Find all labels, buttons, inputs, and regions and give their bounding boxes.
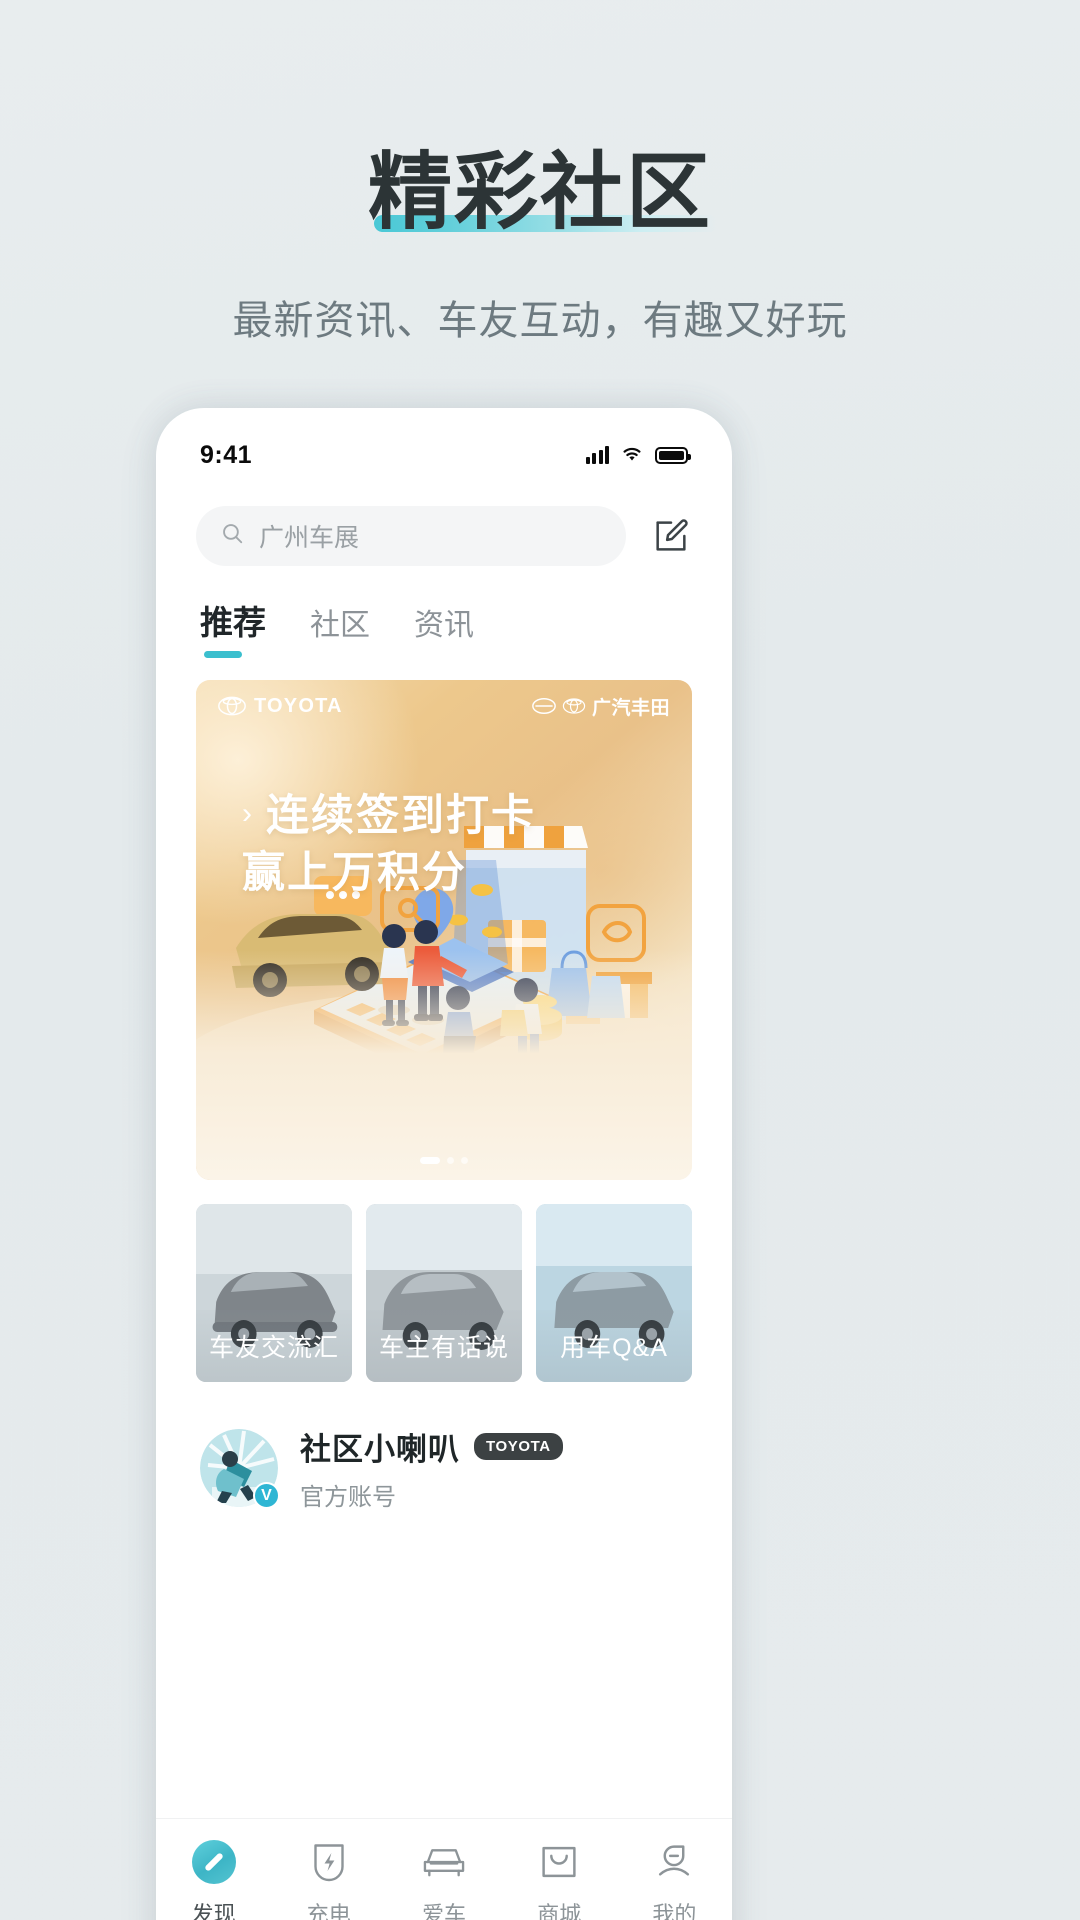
category-card-owners[interactable]: 车主有话说 [366,1204,522,1382]
nav-label: 充电 [306,1902,351,1920]
nav-label: 我的 [652,1902,697,1920]
content-tabs: 推荐 社区 资讯 [156,566,732,660]
tab-label: 推荐 [200,604,266,641]
gac-toyota-logo-icon: 广汽丰田 [532,693,670,720]
carousel-dot-active[interactable] [420,1157,440,1164]
signal-bars-icon [585,446,609,464]
tab-news[interactable]: 资讯 [414,600,474,660]
nav-item-mycar[interactable]: 爱车 [386,1839,501,1920]
carousel-dot[interactable] [447,1157,454,1164]
search-placeholder-text: 广州车展 [259,524,360,552]
avatar[interactable]: V [200,1429,280,1509]
gac-toyota-wordmark: 广汽丰田 [591,697,670,719]
category-card-friends[interactable]: 车友交流汇 [196,1204,352,1382]
compose-edit-icon[interactable] [646,511,696,561]
banner-headline-2: 赢上万积分 [242,848,467,897]
search-row: 广州车展 [156,484,732,566]
phone-mockup: 9:41 广州车展 推荐 社区 资讯 TOYOTA 广汽丰田 › 连续签到打卡 … [156,408,732,1920]
charging-shield-icon [306,1839,352,1885]
card-label: 车友交流汇 [196,1310,352,1382]
account-name: 社区小喇叭 [300,1432,460,1467]
nav-item-discover[interactable]: 发现 [156,1839,271,1920]
status-bar-icons [585,444,691,467]
nav-item-mall[interactable]: 商城 [502,1839,617,1920]
search-icon [220,521,245,551]
compass-discover-icon [191,1839,237,1885]
shopping-bag-icon [536,1839,582,1885]
nav-item-charging[interactable]: 充电 [271,1839,386,1920]
status-bar-time: 9:41 [200,440,253,469]
nav-item-profile[interactable]: 我的 [617,1839,732,1920]
battery-full-icon [655,446,691,464]
carousel-dot[interactable] [461,1157,468,1164]
chevron-right-icon: › [242,797,252,831]
tab-recommend[interactable]: 推荐 [200,596,266,660]
card-label: 车主有话说 [366,1310,522,1382]
wifi-icon [620,444,644,467]
card-label: 用车Q&A [536,1310,692,1382]
carousel-dots[interactable] [196,1157,692,1164]
car-icon [421,1839,467,1885]
nav-label: 商城 [537,1902,582,1920]
bottom-navigation: 发现 充电 爱车 商城 我的 [156,1818,732,1920]
nav-label: 爱车 [422,1902,467,1920]
banner-gradient-overlay [196,950,692,1180]
nav-label: 发现 [191,1902,236,1920]
toyota-wordmark: TOYOTA [254,694,343,717]
hero-section: 精彩社区 最新资讯、车友互动，有趣又好玩 [0,0,1080,346]
search-input[interactable]: 广州车展 [196,506,626,566]
banner-headline-1: 连续签到打卡 [266,792,536,840]
page-title-wrapper: 精彩社区 [367,145,718,239]
profile-user-icon [651,1839,697,1885]
official-account-row[interactable]: V 社区小喇叭 TOYOTA 官方账号 [156,1382,732,1512]
account-text: 社区小喇叭 TOYOTA 官方账号 [300,1424,563,1512]
category-card-qa[interactable]: 用车Q&A [536,1204,692,1382]
toyota-logo-icon: TOYOTA [218,695,343,718]
account-brand-badge: TOYOTA [474,1433,563,1460]
page-title: 精彩社区 [367,145,712,239]
verified-badge-icon: V [253,1482,280,1509]
category-cards: 车友交流汇 车主有话说 用车Q&A [156,1180,732,1382]
account-subtitle: 官方账号 [300,1484,396,1511]
banner-brand-row: TOYOTA 广汽丰田 [196,680,692,732]
tab-community[interactable]: 社区 [310,600,370,660]
page-subtitle: 最新资讯、车友互动，有趣又好玩 [232,299,848,344]
tab-label: 社区 [310,609,370,642]
tab-label: 资讯 [414,609,474,642]
status-bar: 9:41 [156,408,732,484]
banner-copy: › 连续签到打卡 赢上万积分 [242,788,536,902]
promo-banner[interactable]: TOYOTA 广汽丰田 › 连续签到打卡 赢上万积分 [196,680,692,1180]
